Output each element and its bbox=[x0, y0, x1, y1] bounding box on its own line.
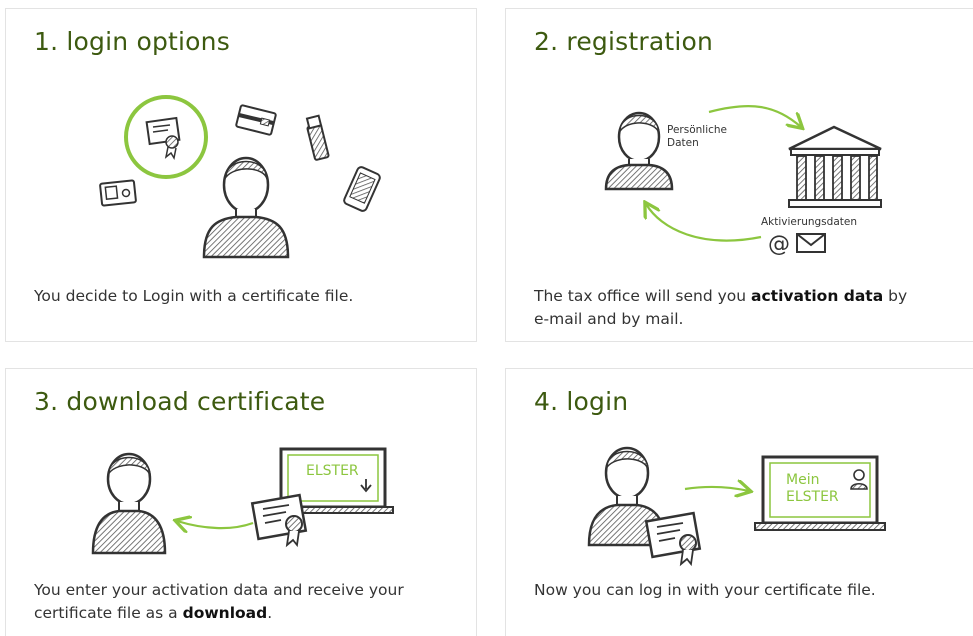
step-card-download-certificate: 3. download certificate ELSTER You enter… bbox=[5, 368, 477, 636]
step-card-login: 4. login Mein ELSTER Now you can log in … bbox=[505, 368, 973, 636]
card-description: Now you can log in with your certificate… bbox=[534, 581, 876, 599]
envelope-icon bbox=[796, 233, 826, 253]
usb-stick-icon bbox=[305, 114, 330, 161]
activation-data-label: Aktivierungsdaten bbox=[761, 216, 857, 228]
person-icon bbox=[202, 156, 290, 259]
login-illustration: Mein ELSTER bbox=[587, 446, 886, 567]
mein-screen-label: Mein bbox=[786, 472, 819, 488]
login-options-illustration bbox=[99, 95, 381, 259]
arrow-icon bbox=[646, 204, 762, 242]
card-description: You enter your activation data and recei… bbox=[34, 581, 404, 622]
at-icon: @ bbox=[768, 232, 790, 257]
tax-office-building-icon bbox=[788, 125, 882, 208]
id-card-icon bbox=[99, 179, 137, 207]
card-title: 2. registration bbox=[534, 27, 714, 56]
step-card-registration: 2. registration Persönliche Daten Aktivi… bbox=[505, 8, 973, 342]
certificate-icon bbox=[250, 493, 308, 548]
personal-data-label: Persönliche bbox=[667, 124, 727, 136]
elster-screen-label: ELSTER bbox=[306, 463, 359, 479]
card-title: 1. login options bbox=[34, 27, 230, 56]
download-illustration: ELSTER bbox=[91, 447, 394, 555]
bank-card-icon bbox=[235, 104, 277, 136]
card-title: 4. login bbox=[534, 387, 629, 416]
step-card-login-options: 1. login options You decide to Login wit… bbox=[5, 8, 477, 342]
certificate-icon bbox=[124, 95, 208, 179]
card-description: You decide to Login with a certificate f… bbox=[34, 287, 354, 305]
registration-illustration: Persönliche Daten Aktivierungsdaten @ bbox=[604, 104, 882, 257]
arrow-icon bbox=[177, 521, 254, 528]
card-description: The tax office will send you activation … bbox=[534, 287, 908, 328]
card-title: 3. download certificate bbox=[34, 387, 326, 416]
smartphone-icon bbox=[343, 166, 381, 212]
person-icon bbox=[91, 452, 167, 555]
person-icon bbox=[604, 111, 674, 191]
arrow-icon bbox=[684, 487, 749, 491]
elster-screen-label: ELSTER bbox=[786, 489, 839, 505]
certificate-icon bbox=[644, 511, 702, 567]
personal-data-label-line2: Daten bbox=[667, 137, 699, 149]
